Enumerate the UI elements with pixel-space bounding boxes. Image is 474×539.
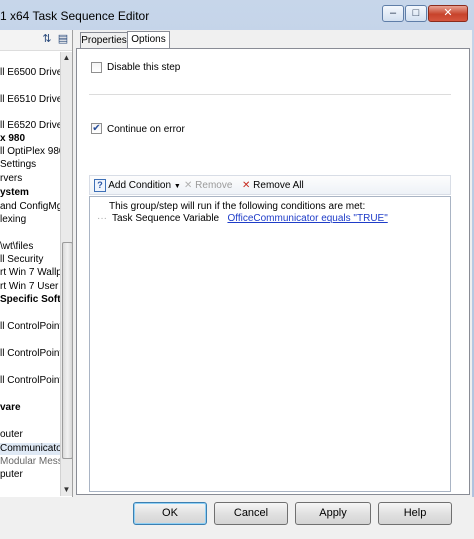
- tree-item[interactable]: \wt\files: [0, 241, 33, 253]
- tree-item[interactable]: x 980: [0, 133, 25, 145]
- tree-scrollbar[interactable]: ▲ ▼: [60, 52, 72, 496]
- tree-connector: ···: [97, 213, 107, 224]
- disable-step-label: Disable this step: [107, 62, 181, 73]
- tree-item[interactable]: Settings: [0, 159, 36, 171]
- remove-all-x-icon: ✕: [242, 180, 251, 191]
- tree-item[interactable]: Modular Mess: [0, 456, 63, 468]
- help-button[interactable]: Help: [378, 502, 452, 525]
- tree-item[interactable]: ll Security: [0, 254, 43, 266]
- tree-item[interactable]: rvers: [0, 173, 22, 185]
- remove-x-icon: ✕: [184, 180, 193, 191]
- remove-all-label: Remove All: [253, 180, 304, 191]
- tree-item[interactable]: ll ControlPoint: [0, 321, 62, 333]
- maximize-button[interactable]: □: [405, 5, 427, 22]
- continue-on-error-checkbox[interactable]: ✔: [91, 123, 102, 134]
- options-tab-page: Disable this step ✔ Continue on error ? …: [76, 48, 470, 495]
- remove-label: Remove: [195, 180, 233, 191]
- task-sequence-editor-window: 1 x64 Task Sequence Editor – □ ✕ ⇅ ▤ ll …: [0, 0, 474, 539]
- add-condition-button[interactable]: ? Add Condition ▼: [94, 178, 181, 193]
- move-up-icon[interactable]: ⇅: [40, 32, 54, 46]
- condition-type: Task Sequence Variable: [112, 213, 220, 224]
- add-condition-label: Add Condition: [108, 180, 172, 191]
- conditions-tree[interactable]: This group/step will run if the followin…: [89, 196, 451, 492]
- tree-item[interactable]: ll OptiPlex 980: [0, 146, 64, 158]
- properties-icon[interactable]: ▤: [56, 32, 70, 46]
- caption-buttons: – □ ✕: [382, 5, 468, 23]
- tree-item[interactable]: puter: [0, 469, 23, 481]
- tree-item[interactable]: Specific Softw: [0, 294, 68, 306]
- task-sequence-tree-panel: ⇅ ▤ ll E6500 Driver ll E6510 Driver ll E65…: [0, 30, 73, 497]
- tree-item[interactable]: and ConfigMgr: [0, 201, 66, 213]
- tab-properties[interactable]: Properties: [80, 32, 128, 49]
- condition-row[interactable]: Task Sequence Variable OfficeCommunicato…: [112, 213, 388, 224]
- close-button[interactable]: ✕: [428, 5, 468, 22]
- tree-item[interactable]: Communicator: [0, 443, 66, 455]
- condition-expression-link[interactable]: OfficeCommunicator equals "TRUE": [227, 213, 387, 224]
- divider: [89, 94, 451, 95]
- dialog-button-bar: OK Cancel Apply Help: [0, 497, 474, 539]
- remove-all-button[interactable]: ✕ Remove All: [242, 178, 304, 193]
- help-icon: ?: [94, 178, 106, 192]
- tree-item[interactable]: ll ControlPoint: [0, 375, 62, 387]
- tree-item[interactable]: vare: [0, 402, 21, 414]
- apply-button[interactable]: Apply: [295, 502, 371, 525]
- ok-button[interactable]: OK: [133, 502, 207, 525]
- title-bar[interactable]: 1 x64 Task Sequence Editor – □ ✕: [0, 0, 474, 30]
- minimize-button[interactable]: –: [382, 5, 404, 22]
- remove-button[interactable]: ✕ Remove: [184, 178, 232, 193]
- disable-step-checkbox[interactable]: [91, 62, 102, 73]
- editor-client-area: ⇅ ▤ ll E6500 Driver ll E6510 Driver ll E65…: [0, 30, 472, 497]
- tree-item[interactable]: ll ControlPoint: [0, 348, 62, 360]
- conditions-toolbar: ? Add Condition ▼ ✕ Remove ✕ Remove All: [89, 175, 451, 195]
- cancel-button[interactable]: Cancel: [214, 502, 288, 525]
- scroll-up-arrow-icon[interactable]: ▲: [61, 52, 72, 64]
- tree-item[interactable]: outer: [0, 429, 23, 441]
- tree-item[interactable]: ll E6500 Driver: [0, 67, 66, 79]
- tree-item[interactable]: rt Win 7 Wallpa: [0, 267, 67, 279]
- tree-item[interactable]: ystem: [0, 187, 29, 199]
- window-title: 1 x64 Task Sequence Editor: [0, 9, 150, 23]
- tree-item[interactable]: lexing: [0, 214, 26, 226]
- chevron-down-icon: ▼: [173, 183, 181, 190]
- tree-toolbar: ⇅ ▤: [0, 30, 72, 51]
- tree-item[interactable]: ll E6510 Driver: [0, 94, 66, 106]
- scroll-thumb[interactable]: [62, 242, 72, 459]
- tree-item[interactable]: ll E6520 Driver: [0, 120, 66, 132]
- scroll-down-arrow-icon[interactable]: ▼: [61, 484, 72, 496]
- continue-on-error-label: Continue on error: [107, 124, 185, 135]
- conditions-header: This group/step will run if the followin…: [109, 201, 366, 212]
